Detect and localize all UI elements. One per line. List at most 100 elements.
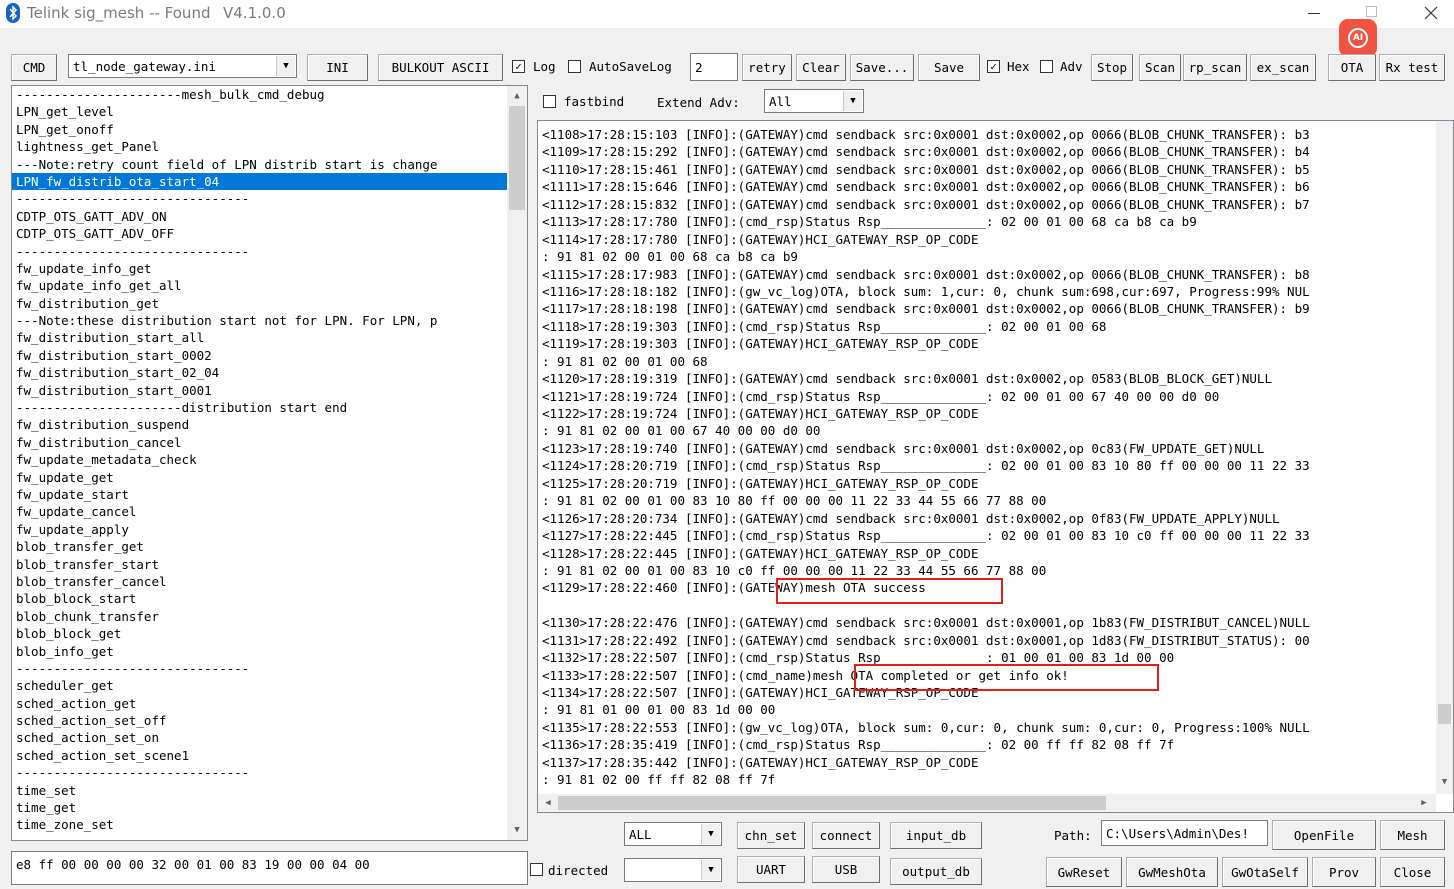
log-vertical-scrollbar[interactable]: ▼	[1436, 121, 1453, 794]
stop-button[interactable]: Stop	[1091, 54, 1133, 81]
scrollbar-thumb[interactable]	[509, 106, 525, 210]
command-list-item[interactable]: LPN_get_onoff	[12, 121, 507, 138]
ai-assistant-button[interactable]: AI	[1339, 19, 1377, 57]
chevron-down-icon[interactable]: ▼	[843, 91, 862, 111]
command-list-item[interactable]: ----------------------mesh_bulk_cmd_debu…	[12, 86, 507, 103]
cmd-button[interactable]: CMD	[11, 54, 57, 81]
command-list-item[interactable]: LPN_get_level	[12, 103, 507, 120]
scroll-down-icon[interactable]: ▼	[507, 822, 527, 838]
maximize-icon[interactable]	[1366, 6, 1377, 17]
chevron-down-icon[interactable]: ▼	[701, 860, 720, 880]
directed-select[interactable]: ▼	[624, 858, 722, 882]
mesh-button[interactable]: Mesh	[1380, 820, 1445, 850]
chevron-down-icon[interactable]: ▼	[276, 56, 295, 76]
ota-button[interactable]: OTA	[1328, 54, 1376, 81]
command-list-item[interactable]: -------------------------------	[12, 764, 507, 781]
command-list-item[interactable]: fw_update_cancel	[12, 503, 507, 520]
command-list-scrollbar[interactable]: ▲ ▼	[507, 86, 527, 840]
command-list-item[interactable]: ---Note:these distribution start not for…	[12, 312, 507, 329]
close-icon[interactable]	[1420, 2, 1442, 24]
gwmeshota-button[interactable]: GwMeshOta	[1126, 857, 1218, 887]
log-horizontal-scrollbar[interactable]: ◀ ▶	[538, 794, 1436, 812]
command-list-item[interactable]: sched_action_set_off	[12, 712, 507, 729]
command-list-item[interactable]: blob_info_get	[12, 643, 507, 660]
save-as-button[interactable]: Save...	[850, 54, 914, 81]
command-list-item[interactable]: ---Note:retry count field of LPN distrib…	[12, 156, 507, 173]
command-list-item[interactable]: time_zone_set	[12, 816, 507, 833]
command-list-item[interactable]: CDTP_OTS_GATT_ADV_ON	[12, 208, 507, 225]
prov-button[interactable]: Prov	[1312, 857, 1376, 887]
command-list-item[interactable]: fw_distribution_start_all	[12, 329, 507, 346]
input-db-button[interactable]: input_db	[890, 822, 982, 849]
ini-file-select[interactable]: tl_node_gateway.ini ▼	[68, 54, 297, 78]
connect-button[interactable]: connect	[812, 822, 880, 849]
command-list-item[interactable]: scheduler_get	[12, 677, 507, 694]
scrollbar-thumb[interactable]	[1438, 704, 1451, 724]
command-list-item[interactable]: -------------------------------	[12, 243, 507, 260]
scroll-down-icon[interactable]: ▼	[1436, 774, 1453, 790]
command-list-item[interactable]: fw_distribution_start_0001	[12, 382, 507, 399]
command-list-item[interactable]: time_get	[12, 799, 507, 816]
uart-button[interactable]: UART	[737, 856, 805, 883]
hex-command-input[interactable]: e8 ff 00 00 00 00 32 00 01 00 83 19 00 0…	[11, 851, 528, 885]
openfile-button[interactable]: OpenFile	[1272, 820, 1376, 850]
scroll-right-icon[interactable]: ▶	[1416, 795, 1432, 811]
command-list-item[interactable]: fw_distribution_start_02_04	[12, 364, 507, 381]
command-list-item[interactable]: blob_transfer_start	[12, 556, 507, 573]
bulkout-ascii-button[interactable]: BULKOUT ASCII	[378, 54, 503, 81]
command-list-item[interactable]: sched_action_get	[12, 695, 507, 712]
fastbind-checkbox[interactable]	[543, 95, 556, 108]
directed-checkbox[interactable]	[530, 863, 543, 876]
rx-test-button[interactable]: Rx test	[1379, 54, 1445, 81]
command-list-item[interactable]: ----------------------distribution start…	[12, 399, 507, 416]
hex-checkbox[interactable]: ✓	[987, 60, 1000, 73]
command-list-item[interactable]: blob_transfer_cancel	[12, 573, 507, 590]
command-list-item[interactable]: CDTP_OTS_GATT_ADV_OFF	[12, 225, 507, 242]
command-list-item[interactable]: blob_transfer_get	[12, 538, 507, 555]
path-input[interactable]: C:\Users\Admin\Des!	[1101, 820, 1268, 846]
command-list-item[interactable]: LPN_fw_distrib_ota_start_04	[12, 172, 507, 191]
command-list-item[interactable]: -------------------------------	[12, 190, 507, 207]
output-db-button[interactable]: output_db	[890, 858, 982, 885]
gwreset-button[interactable]: GwReset	[1046, 857, 1122, 887]
adv-checkbox[interactable]	[1040, 60, 1053, 73]
channel-select[interactable]: ALL ▼	[624, 822, 722, 846]
close-button[interactable]: Close	[1380, 857, 1445, 887]
log-panel[interactable]: <1108>17:28:15:103 [INFO]:(GATEWAY)cmd s…	[537, 120, 1454, 813]
rp-scan-button[interactable]: rp_scan	[1183, 54, 1247, 81]
scrollbar-thumb[interactable]	[558, 796, 1106, 810]
command-list-item[interactable]: lightness_get_Panel	[12, 138, 507, 155]
command-list-item[interactable]: fw_update_start	[12, 486, 507, 503]
command-list-item[interactable]: fw_update_metadata_check	[12, 451, 507, 468]
usb-button[interactable]: USB	[812, 856, 880, 883]
scroll-left-icon[interactable]: ◀	[540, 795, 556, 811]
retry-count-input[interactable]: 2	[690, 53, 738, 81]
command-list-item[interactable]: fw_distribution_start_0002	[12, 347, 507, 364]
command-list-item[interactable]: fw_distribution_get	[12, 295, 507, 312]
command-list-item[interactable]: blob_block_get	[12, 625, 507, 642]
chevron-down-icon[interactable]: ▼	[701, 824, 720, 844]
command-list-item[interactable]: fw_distribution_cancel	[12, 434, 507, 451]
command-list-item[interactable]: sched_action_set_on	[12, 729, 507, 746]
command-list-item[interactable]: -------------------------------	[12, 660, 507, 677]
ex-scan-button[interactable]: ex_scan	[1250, 54, 1316, 81]
extend-adv-select[interactable]: All ▼	[764, 89, 864, 113]
command-list-item[interactable]: sched_action_set_scene1	[12, 747, 507, 764]
command-list-item[interactable]: blob_chunk_transfer	[12, 608, 507, 625]
chn-set-button[interactable]: chn_set	[737, 822, 805, 849]
gwotaself-button[interactable]: GwOtaSelf	[1222, 857, 1308, 887]
command-list-item[interactable]: fw_distribution_suspend	[12, 416, 507, 433]
retry-button[interactable]: retry	[742, 54, 792, 81]
save-button[interactable]: Save	[918, 54, 980, 81]
command-list-item[interactable]: blob_block_start	[12, 590, 507, 607]
command-list-item[interactable]: fw_update_info_get	[12, 260, 507, 277]
command-list-item[interactable]: fw_update_info_get_all	[12, 277, 507, 294]
scroll-up-icon[interactable]: ▲	[507, 88, 527, 104]
ini-button[interactable]: INI	[307, 54, 368, 81]
minimize-icon[interactable]	[1308, 13, 1320, 14]
log-checkbox[interactable]: ✓	[512, 60, 525, 73]
command-list-item[interactable]: fw_update_apply	[12, 521, 507, 538]
autosavelog-checkbox[interactable]	[568, 60, 581, 73]
scan-button[interactable]: Scan	[1139, 54, 1181, 81]
command-list[interactable]: ----------------------mesh_bulk_cmd_debu…	[11, 85, 528, 841]
